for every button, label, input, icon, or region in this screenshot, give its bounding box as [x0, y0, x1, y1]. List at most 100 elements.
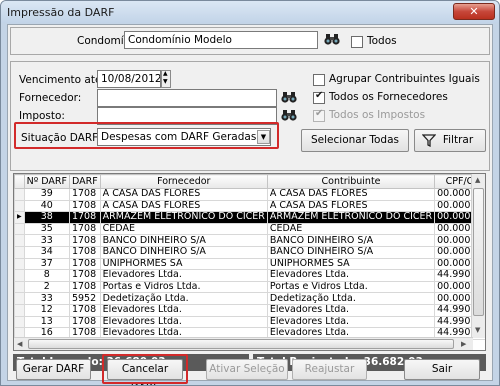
binoculars-icon[interactable]	[323, 32, 341, 48]
table-row[interactable]: 13 1708 Elevadores Ltda. Elevadores Ltda. 44…	[14, 315, 485, 329]
table-row[interactable]: 33 5952 Dedetização Ltda. Dedetização Ltda.…	[14, 292, 485, 305]
ativar-selecao-button[interactable]: Ativar Seleção	[206, 359, 288, 380]
vertical-scrollbar[interactable]: ▲ ▼	[471, 174, 485, 338]
cell-contribuinte[interactable]: BANCO DINHEIRO S/A	[266, 234, 436, 247]
col-header-contribuinte[interactable]: Contribuinte	[266, 174, 436, 189]
cell-contribuinte[interactable]: A CASA DAS FLORES	[266, 199, 436, 213]
binoculars-icon[interactable]	[280, 90, 298, 106]
spin-up-icon[interactable]: ▲	[163, 70, 168, 77]
todos-impostos-checkbox[interactable]	[313, 108, 325, 122]
cell-darf[interactable]: 1708	[68, 280, 101, 294]
cell-fornecedor[interactable]: BANCO DINHEIRO S/A	[99, 234, 268, 247]
todos-fornecedores-checkbox[interactable]	[313, 90, 325, 104]
col-header-ndarf[interactable]: Nº DARF	[23, 174, 70, 189]
cell-darf[interactable]: 5952	[68, 292, 101, 305]
cell-ndarf[interactable]: 33	[23, 292, 70, 305]
reajustar-button[interactable]: Reajustar	[292, 359, 367, 380]
scroll-left-icon[interactable]: ◀	[17, 340, 22, 348]
imposto-label: Imposto:	[19, 110, 65, 122]
row-indicator: ▶	[14, 211, 25, 224]
gerar-darf-button[interactable]: Gerar DARF	[16, 359, 91, 380]
cell-ndarf[interactable]: 13	[23, 315, 70, 329]
table-row[interactable]: 351708CEDAECEDAE00.000.001/2345	[14, 222, 485, 236]
cell-ndarf[interactable]: 12	[23, 303, 70, 317]
cell-ndarf[interactable]: 39	[23, 188, 70, 201]
table-row[interactable]: 2 1708 Portas e Vidros Ltda. Portas e Vidro…	[14, 280, 485, 294]
cell-darf[interactable]: 1708	[68, 245, 101, 259]
cell-darf[interactable]: 1708	[68, 199, 101, 213]
cell-contribuinte[interactable]: Elevadores Ltda.	[266, 303, 436, 317]
table-row[interactable]: 39 1708 A CASA DAS FLORES A CASA DAS FLORES…	[14, 188, 485, 201]
cell-contribuinte[interactable]: ARMAZEM ELETRONICO DO CICER	[266, 211, 436, 224]
sair-button[interactable]: Sair	[404, 359, 480, 380]
filtrar-button[interactable]: Filtrar	[414, 129, 486, 152]
cell-ndarf[interactable]: 33	[23, 234, 70, 247]
fornecedor-field[interactable]	[97, 89, 277, 107]
todos-condominios-checkbox[interactable]	[351, 36, 363, 48]
row-indicator	[14, 257, 25, 271]
condominio-field[interactable]: Condomínio Modelo	[124, 31, 318, 49]
table-row[interactable]: 34 1708 BANCO DINHEIRO S/A BANCO DINHEIRO S…	[14, 245, 485, 259]
binoculars-icon[interactable]	[280, 108, 298, 124]
todos-impostos-label: Todos os Impostos	[329, 109, 426, 121]
darf-table[interactable]: Nº DARF DARF Fornecedor Contribuinte CPF…	[13, 173, 486, 351]
cell-ndarf[interactable]: 34	[23, 245, 70, 259]
col-header-fornecedor[interactable]: Fornecedor	[99, 174, 268, 189]
cell-darf[interactable]: 1708	[68, 234, 101, 247]
cell-ndarf[interactable]: 40	[23, 199, 70, 213]
cell-darf[interactable]: 1708	[68, 303, 101, 317]
cell-darf[interactable]: 1708	[68, 211, 101, 224]
window-title: Impressão da DARF	[7, 6, 115, 19]
horizontal-scrollbar[interactable]: ◀ ▶	[14, 337, 473, 350]
cell-fornecedor[interactable]: Elevadores Ltda.	[99, 315, 268, 329]
cell-fornecedor[interactable]: A CASA DAS FLORES	[99, 199, 268, 213]
table-row[interactable]: 371708UNIPHORMES SAUNIPHORMES SA00.000.0…	[14, 257, 485, 271]
col-header-darf[interactable]: DARF	[68, 174, 101, 189]
cell-contribuinte[interactable]: Elevadores Ltda.	[266, 315, 436, 329]
cell-fornecedor[interactable]: Elevadores Ltda.	[99, 303, 268, 317]
vertical-scroll-thumb[interactable]	[473, 188, 484, 316]
cell-fornecedor[interactable]: Dedetização Ltda.	[99, 292, 268, 305]
cell-fornecedor[interactable]: BANCO DINHEIRO S/A	[99, 245, 268, 259]
cell-contribuinte[interactable]: A CASA DAS FLORES	[266, 188, 436, 201]
close-button[interactable]: ✕	[453, 3, 495, 20]
cell-fornecedor[interactable]: CEDAE	[99, 222, 268, 236]
selecionar-todas-button[interactable]: Selecionar Todas	[301, 129, 409, 152]
cell-contribuinte[interactable]: BANCO DINHEIRO S/A	[266, 245, 436, 259]
spin-down-icon[interactable]: ▼	[163, 78, 168, 85]
cell-fornecedor[interactable]: ARMAZEM ELETRONICO DO CICER	[99, 211, 268, 224]
table-row[interactable]: 40 1708 A CASA DAS FLORES A CASA DAS FLORES…	[14, 199, 485, 213]
cell-contribuinte[interactable]: Elevadores Ltda.	[266, 269, 436, 282]
table-row[interactable]: ▶ 38 1708 ARMAZEM ELETRONICO DO CICER ARMAZE…	[14, 211, 485, 224]
cell-darf[interactable]: 1708	[68, 222, 101, 236]
date-spinner[interactable]: ▲ ▼	[161, 70, 171, 88]
cell-ndarf[interactable]: 35	[23, 222, 70, 236]
cell-ndarf[interactable]: 37	[23, 257, 70, 271]
cell-contribuinte[interactable]: Dedetização Ltda.	[266, 292, 436, 305]
table-row[interactable]: 33 1708 BANCO DINHEIRO S/A BANCO DINHEIRO S…	[14, 234, 485, 247]
cell-fornecedor[interactable]: Portas e Vidros Ltda.	[99, 280, 268, 294]
scroll-down-icon[interactable]: ▼	[475, 326, 480, 334]
cell-darf[interactable]: 1708	[68, 315, 101, 329]
agrupar-checkbox[interactable]	[313, 74, 325, 86]
horizontal-scroll-thumb[interactable]	[28, 339, 454, 349]
agrupar-label: Agrupar Contribuintes Iguais	[329, 73, 480, 85]
scroll-right-icon[interactable]: ▶	[461, 340, 466, 348]
cell-darf[interactable]: 1708	[68, 188, 101, 201]
scroll-up-icon[interactable]: ▲	[475, 176, 480, 184]
table-row[interactable]: 8 1708 Elevadores Ltda. Elevadores Ltda. 44.…	[14, 269, 485, 282]
cell-contribuinte[interactable]: UNIPHORMES SA	[266, 257, 436, 271]
cell-fornecedor[interactable]: UNIPHORMES SA	[99, 257, 268, 271]
cell-fornecedor[interactable]: Elevadores Ltda.	[99, 269, 268, 282]
cell-ndarf[interactable]: 2	[23, 280, 70, 294]
cell-ndarf[interactable]: 38	[23, 211, 70, 224]
cell-contribuinte[interactable]: CEDAE	[266, 222, 436, 236]
cell-darf[interactable]: 1708	[68, 269, 101, 282]
cell-contribuinte[interactable]: Portas e Vidros Ltda.	[266, 280, 436, 294]
vencimento-date-field[interactable]: 10/08/2012	[97, 70, 161, 88]
table-row[interactable]: 12 1708 Elevadores Ltda. Elevadores Ltda. 44…	[14, 303, 485, 317]
cell-ndarf[interactable]: 8	[23, 269, 70, 282]
cell-fornecedor[interactable]: A CASA DAS FLORES	[99, 188, 268, 201]
cell-darf[interactable]: 1708	[68, 257, 101, 271]
vencimento-label: Vencimento até:	[19, 74, 105, 86]
